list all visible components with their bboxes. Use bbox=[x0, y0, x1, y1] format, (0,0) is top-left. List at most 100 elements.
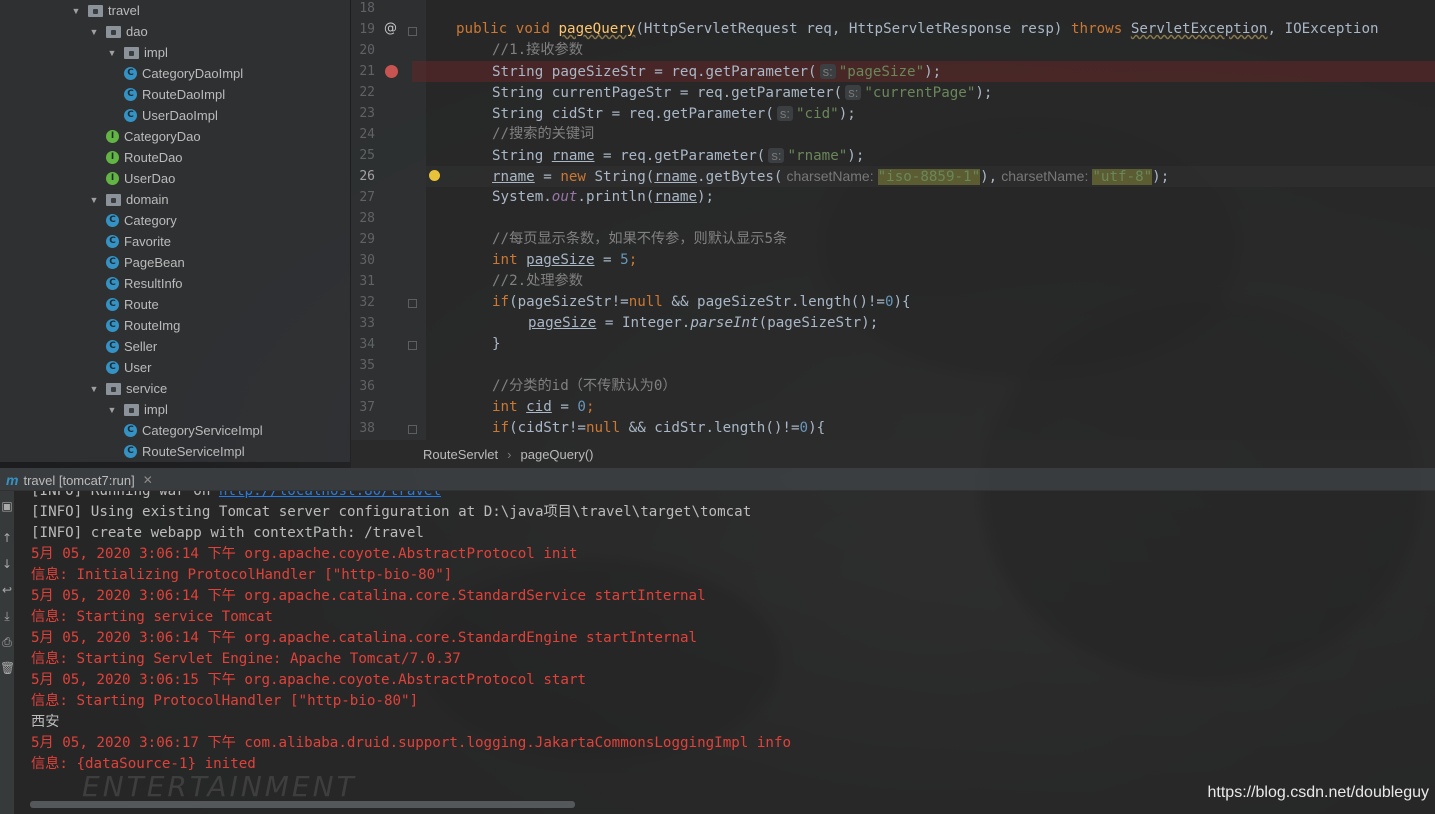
exception-type: , IOException bbox=[1267, 21, 1379, 37]
tree-item[interactable]: I CategoryDao bbox=[106, 126, 201, 147]
code-text: System. bbox=[492, 189, 552, 205]
breadcrumb-item-class[interactable]: RouteServlet bbox=[423, 447, 498, 462]
tree-item[interactable]: ▼ dao bbox=[88, 21, 148, 42]
code-text: (pageSizeStr!= bbox=[509, 294, 629, 310]
run-tab[interactable]: m travel [tomcat7:run] ✕ bbox=[6, 470, 153, 490]
code-line-38[interactable]: if(cidStr!=null && cidStr.length()!=0){ bbox=[492, 418, 825, 439]
class-icon: C bbox=[124, 88, 137, 101]
tree-item[interactable]: I UserDao bbox=[106, 168, 175, 189]
code-text: = req.getParameter( bbox=[594, 148, 766, 164]
breadcrumb-item-method[interactable]: pageQuery() bbox=[521, 447, 594, 462]
code-line-27[interactable]: System.out.println(rname); bbox=[492, 187, 714, 208]
tree-item-label: CategoryDao bbox=[124, 129, 201, 144]
tree-item[interactable]: ▼ service bbox=[88, 378, 168, 399]
code-text: ){ bbox=[893, 294, 911, 310]
tree-item[interactable]: C User bbox=[106, 357, 151, 378]
horizontal-scrollbar[interactable] bbox=[30, 801, 575, 808]
variable: pageSize bbox=[526, 252, 595, 268]
run-tool-window-header: m travel [tomcat7:run] ✕ bbox=[0, 468, 1435, 491]
arrow-down-icon[interactable]: ↓ bbox=[0, 557, 14, 571]
tree-item[interactable]: ▼ domain bbox=[88, 189, 169, 210]
trash-icon[interactable]: 🗑 bbox=[0, 661, 15, 675]
tree-item[interactable]: ▼ impl bbox=[106, 42, 168, 63]
lightbulb-icon[interactable] bbox=[429, 170, 440, 181]
chevron-down-icon[interactable]: ▼ bbox=[88, 384, 100, 394]
code-line-33[interactable]: pageSize = Integer.parseInt(pageSizeStr)… bbox=[528, 313, 878, 334]
code-editor[interactable]: @ 18 19 20 21 22 23 24 25 26 27 28 29 30 31 32 33 34 35 36… bbox=[351, 0, 1435, 440]
rerun-icon[interactable]: ▣ bbox=[0, 499, 14, 513]
string-literal: "rname" bbox=[787, 148, 848, 164]
code-line-34[interactable]: } bbox=[492, 334, 501, 355]
console-line: 5月 05, 2020 3:06:14 下午 org.apache.coyote… bbox=[31, 546, 578, 562]
line-number: 28 bbox=[359, 211, 375, 226]
tree-item[interactable]: C RouteServiceImpl bbox=[124, 441, 245, 462]
tree-item[interactable]: ▼ travel bbox=[70, 0, 140, 21]
override-marker-icon[interactable]: @ bbox=[384, 21, 397, 36]
tree-item[interactable]: C Category bbox=[106, 210, 177, 231]
arrow-up-icon[interactable]: ↑ bbox=[0, 531, 14, 545]
variable: cid bbox=[526, 399, 552, 415]
keyword: null bbox=[585, 420, 621, 436]
tree-item[interactable]: C UserDaoImpl bbox=[124, 105, 218, 126]
tree-item[interactable]: C RouteImg bbox=[106, 315, 180, 336]
tree-item-label: CategoryServiceImpl bbox=[142, 423, 263, 438]
code-line-19[interactable]: public void pageQuery(HttpServletRequest… bbox=[456, 19, 1379, 40]
code-line-32[interactable]: if(pageSizeStr!=null && pageSizeStr.leng… bbox=[492, 292, 911, 313]
console-line: 西安 bbox=[31, 714, 60, 730]
code-line-37[interactable]: int cid = 0; bbox=[492, 397, 595, 418]
chevron-down-icon[interactable]: ▼ bbox=[106, 405, 118, 415]
variable: rname bbox=[551, 148, 595, 164]
chevron-down-icon[interactable]: ▼ bbox=[88, 27, 100, 37]
class-icon: C bbox=[106, 214, 119, 227]
soft-wrap-icon[interactable]: ↩ bbox=[0, 583, 14, 597]
code-text: (pageSizeStr); bbox=[758, 315, 879, 331]
tree-item[interactable]: C ResultInfo bbox=[106, 273, 183, 294]
code-text: String( bbox=[585, 169, 655, 185]
line-number: 36 bbox=[359, 379, 375, 394]
tree-item[interactable]: I RouteDao bbox=[106, 147, 183, 168]
code-line-26[interactable]: rname = new String(rname.getBytes(charse… bbox=[492, 166, 1169, 187]
code-line-23[interactable]: String cidStr = req.getParameter(s: "cid"… bbox=[492, 103, 856, 124]
line-number: 35 bbox=[359, 358, 375, 373]
tree-item[interactable]: C RouteDaoImpl bbox=[124, 84, 225, 105]
fold-marker-icon[interactable] bbox=[408, 27, 417, 36]
console-link[interactable]: http://localhost:80/travel bbox=[219, 491, 441, 499]
tree-item-label: RouteImg bbox=[124, 318, 181, 333]
code-line-25[interactable]: String rname = req.getParameter(s: "rname… bbox=[492, 145, 864, 166]
print-icon[interactable]: ⎙ bbox=[0, 635, 14, 650]
tree-item[interactable]: C CategoryServiceImpl bbox=[124, 420, 263, 441]
tree-item-label: UserDao bbox=[124, 171, 176, 186]
method-name: parseInt bbox=[690, 315, 759, 331]
console-line: 5月 05, 2020 3:06:14 下午 org.apache.catali… bbox=[31, 630, 698, 646]
tree-item[interactable]: C Seller bbox=[106, 336, 157, 357]
code-line-21[interactable]: String pageSizeStr = req.getParameter(s:… bbox=[492, 61, 941, 82]
chevron-down-icon[interactable]: ▼ bbox=[88, 195, 100, 205]
run-console[interactable]: [INFO] Running war on http://localhost:8… bbox=[14, 491, 1435, 814]
code-line-30[interactable]: int pageSize = 5; bbox=[492, 250, 637, 271]
project-tree[interactable]: ▼ travel ▼ dao ▼ impl C CategoryDaoImpl C RouteDa… bbox=[0, 0, 350, 462]
interface-icon: I bbox=[106, 172, 119, 185]
fold-marker-icon[interactable] bbox=[408, 425, 417, 434]
variable: pageSize bbox=[528, 315, 597, 331]
chevron-down-icon[interactable]: ▼ bbox=[70, 6, 82, 16]
tree-item[interactable]: C CategoryDaoImpl bbox=[124, 63, 243, 84]
scroll-to-end-icon[interactable]: ⤓ bbox=[0, 609, 14, 624]
fold-marker-icon[interactable] bbox=[408, 341, 417, 350]
tree-item[interactable]: C Route bbox=[106, 294, 159, 315]
tree-item[interactable]: ▼ impl bbox=[106, 399, 168, 420]
code-line-22[interactable]: String currentPageStr = req.getParameter… bbox=[492, 82, 992, 103]
breakpoint-icon[interactable] bbox=[385, 65, 398, 78]
maven-icon: m bbox=[6, 472, 19, 488]
tree-item[interactable]: C PageBean bbox=[106, 252, 185, 273]
line-number: 21 bbox=[359, 64, 375, 79]
variable: rname bbox=[654, 189, 698, 205]
close-icon[interactable]: ✕ bbox=[143, 473, 153, 487]
console-line: 信息: Starting service Tomcat bbox=[31, 609, 273, 625]
code-text: ; bbox=[585, 399, 595, 415]
console-line: 5月 05, 2020 3:06:15 下午 org.apache.coyote… bbox=[31, 672, 587, 688]
package-folder-icon bbox=[88, 4, 103, 17]
fold-marker-icon[interactable] bbox=[408, 299, 417, 308]
chevron-down-icon[interactable]: ▼ bbox=[106, 48, 118, 58]
tree-item[interactable]: C Favorite bbox=[106, 231, 171, 252]
code-text: ); bbox=[697, 189, 715, 205]
